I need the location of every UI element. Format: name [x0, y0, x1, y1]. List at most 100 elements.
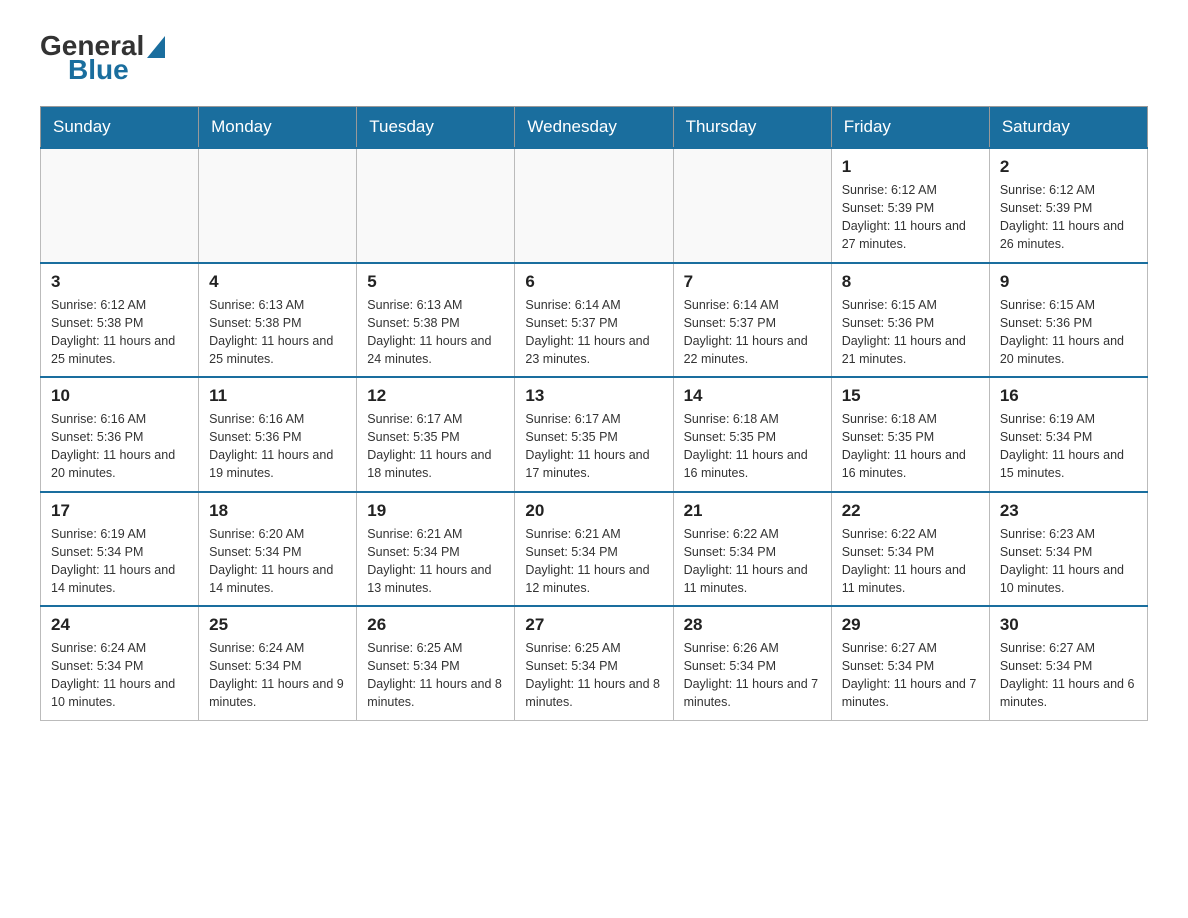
calendar-cell: 13Sunrise: 6:17 AM Sunset: 5:35 PM Dayli…: [515, 377, 673, 492]
calendar-cell: 3 Sunrise: 6:12 AM Sunset: 5:38 PM Daylig…: [41, 263, 199, 378]
day-info: Sunrise: 6:19 AM Sunset: 5:34 PM Dayligh…: [51, 525, 188, 598]
col-header-tuesday: Tuesday: [357, 107, 515, 149]
day-number: 3: [51, 272, 188, 292]
day-info: Sunrise: 6:14 AM Sunset: 5:37 PM Dayligh…: [525, 296, 662, 369]
calendar-cell: 23 Sunrise: 6:23 AM Sunset: 5:34 PM Dayli…: [989, 492, 1147, 607]
calendar-cell: 12 Sunrise: 6:17 AM Sunset: 5:35 PM Dayli…: [357, 377, 515, 492]
day-number: 27: [525, 615, 662, 635]
day-info: Sunrise: 6:21 AM Sunset: 5:34 PM Dayligh…: [525, 525, 662, 598]
day-info: Sunrise: 6:23 AM Sunset: 5:34 PM Dayligh…: [1000, 525, 1137, 598]
calendar-cell: 8Sunrise: 6:15 AM Sunset: 5:36 PM Daylig…: [831, 263, 989, 378]
day-number: 4: [209, 272, 346, 292]
calendar-week-row: 1 Sunrise: 6:12 AM Sunset: 5:39 PM Daylig…: [41, 148, 1148, 263]
day-info: Sunrise: 6:18 AM Sunset: 5:35 PM Dayligh…: [842, 410, 979, 483]
day-number: 28: [684, 615, 821, 635]
calendar-cell: [673, 148, 831, 263]
day-number: 26: [367, 615, 504, 635]
logo: General Blue: [40, 30, 165, 86]
day-info: Sunrise: 6:12 AM Sunset: 5:39 PM Dayligh…: [1000, 181, 1137, 254]
calendar-cell: 14 Sunrise: 6:18 AM Sunset: 5:35 PM Dayli…: [673, 377, 831, 492]
calendar-cell: 2 Sunrise: 6:12 AM Sunset: 5:39 PM Daylig…: [989, 148, 1147, 263]
day-info: Sunrise: 6:27 AM Sunset: 5:34 PM Dayligh…: [1000, 639, 1137, 712]
calendar-table: SundayMondayTuesdayWednesdayThursdayFrid…: [40, 106, 1148, 721]
day-info: Sunrise: 6:17 AM Sunset: 5:35 PM Dayligh…: [367, 410, 504, 483]
calendar-cell: 10 Sunrise: 6:16 AM Sunset: 5:36 PM Dayli…: [41, 377, 199, 492]
day-number: 9: [1000, 272, 1137, 292]
day-number: 14: [684, 386, 821, 406]
day-info: Sunrise: 6:24 AM Sunset: 5:34 PM Dayligh…: [51, 639, 188, 712]
col-header-thursday: Thursday: [673, 107, 831, 149]
logo-triangle-icon: [147, 36, 165, 58]
calendar-cell: 22 Sunrise: 6:22 AM Sunset: 5:34 PM Dayli…: [831, 492, 989, 607]
calendar-cell: 29 Sunrise: 6:27 AM Sunset: 5:34 PM Dayli…: [831, 606, 989, 720]
day-number: 10: [51, 386, 188, 406]
day-number: 23: [1000, 501, 1137, 521]
day-info: Sunrise: 6:21 AM Sunset: 5:34 PM Dayligh…: [367, 525, 504, 598]
day-info: Sunrise: 6:17 AM Sunset: 5:35 PM Dayligh…: [525, 410, 662, 483]
day-number: 11: [209, 386, 346, 406]
day-info: Sunrise: 6:22 AM Sunset: 5:34 PM Dayligh…: [684, 525, 821, 598]
day-number: 7: [684, 272, 821, 292]
day-number: 8: [842, 272, 979, 292]
calendar-cell: 28 Sunrise: 6:26 AM Sunset: 5:34 PM Dayli…: [673, 606, 831, 720]
day-info: Sunrise: 6:26 AM Sunset: 5:34 PM Dayligh…: [684, 639, 821, 712]
calendar-cell: 7 Sunrise: 6:14 AM Sunset: 5:37 PM Daylig…: [673, 263, 831, 378]
calendar-cell: 18 Sunrise: 6:20 AM Sunset: 5:34 PM Dayli…: [199, 492, 357, 607]
calendar-cell: 1 Sunrise: 6:12 AM Sunset: 5:39 PM Daylig…: [831, 148, 989, 263]
calendar-week-row: 3 Sunrise: 6:12 AM Sunset: 5:38 PM Daylig…: [41, 263, 1148, 378]
calendar-cell: [199, 148, 357, 263]
col-header-wednesday: Wednesday: [515, 107, 673, 149]
calendar-cell: 5 Sunrise: 6:13 AM Sunset: 5:38 PM Daylig…: [357, 263, 515, 378]
day-number: 1: [842, 157, 979, 177]
day-number: 20: [525, 501, 662, 521]
calendar-cell: [357, 148, 515, 263]
calendar-cell: 25Sunrise: 6:24 AM Sunset: 5:34 PM Dayli…: [199, 606, 357, 720]
day-info: Sunrise: 6:13 AM Sunset: 5:38 PM Dayligh…: [209, 296, 346, 369]
calendar-cell: 6 Sunrise: 6:14 AM Sunset: 5:37 PM Daylig…: [515, 263, 673, 378]
calendar-cell: 17 Sunrise: 6:19 AM Sunset: 5:34 PM Dayli…: [41, 492, 199, 607]
calendar-cell: [41, 148, 199, 263]
calendar-cell: 30Sunrise: 6:27 AM Sunset: 5:34 PM Dayli…: [989, 606, 1147, 720]
day-info: Sunrise: 6:16 AM Sunset: 5:36 PM Dayligh…: [209, 410, 346, 483]
calendar-cell: 11 Sunrise: 6:16 AM Sunset: 5:36 PM Dayli…: [199, 377, 357, 492]
calendar-week-row: 17 Sunrise: 6:19 AM Sunset: 5:34 PM Dayli…: [41, 492, 1148, 607]
calendar-cell: 27 Sunrise: 6:25 AM Sunset: 5:34 PM Dayli…: [515, 606, 673, 720]
logo-blue-text: Blue: [68, 54, 129, 86]
calendar-cell: [515, 148, 673, 263]
header: General Blue: [40, 30, 1148, 86]
day-info: Sunrise: 6:25 AM Sunset: 5:34 PM Dayligh…: [525, 639, 662, 712]
day-number: 2: [1000, 157, 1137, 177]
day-number: 22: [842, 501, 979, 521]
day-number: 6: [525, 272, 662, 292]
day-info: Sunrise: 6:20 AM Sunset: 5:34 PM Dayligh…: [209, 525, 346, 598]
day-info: Sunrise: 6:13 AM Sunset: 5:38 PM Dayligh…: [367, 296, 504, 369]
day-number: 25: [209, 615, 346, 635]
day-number: 21: [684, 501, 821, 521]
day-number: 12: [367, 386, 504, 406]
day-info: Sunrise: 6:16 AM Sunset: 5:36 PM Dayligh…: [51, 410, 188, 483]
day-info: Sunrise: 6:19 AM Sunset: 5:34 PM Dayligh…: [1000, 410, 1137, 483]
calendar-cell: 4 Sunrise: 6:13 AM Sunset: 5:38 PM Daylig…: [199, 263, 357, 378]
day-number: 5: [367, 272, 504, 292]
calendar-week-row: 24Sunrise: 6:24 AM Sunset: 5:34 PM Dayli…: [41, 606, 1148, 720]
calendar-cell: 19 Sunrise: 6:21 AM Sunset: 5:34 PM Dayli…: [357, 492, 515, 607]
day-info: Sunrise: 6:12 AM Sunset: 5:38 PM Dayligh…: [51, 296, 188, 369]
day-number: 29: [842, 615, 979, 635]
calendar-cell: 9 Sunrise: 6:15 AM Sunset: 5:36 PM Daylig…: [989, 263, 1147, 378]
day-info: Sunrise: 6:12 AM Sunset: 5:39 PM Dayligh…: [842, 181, 979, 254]
day-info: Sunrise: 6:14 AM Sunset: 5:37 PM Dayligh…: [684, 296, 821, 369]
day-info: Sunrise: 6:22 AM Sunset: 5:34 PM Dayligh…: [842, 525, 979, 598]
day-info: Sunrise: 6:15 AM Sunset: 5:36 PM Dayligh…: [1000, 296, 1137, 369]
day-number: 17: [51, 501, 188, 521]
day-number: 18: [209, 501, 346, 521]
calendar-cell: 26 Sunrise: 6:25 AM Sunset: 5:34 PM Dayli…: [357, 606, 515, 720]
day-number: 15: [842, 386, 979, 406]
day-number: 19: [367, 501, 504, 521]
col-header-monday: Monday: [199, 107, 357, 149]
col-header-saturday: Saturday: [989, 107, 1147, 149]
day-info: Sunrise: 6:27 AM Sunset: 5:34 PM Dayligh…: [842, 639, 979, 712]
day-info: Sunrise: 6:18 AM Sunset: 5:35 PM Dayligh…: [684, 410, 821, 483]
calendar-cell: 21 Sunrise: 6:22 AM Sunset: 5:34 PM Dayli…: [673, 492, 831, 607]
calendar-cell: 16Sunrise: 6:19 AM Sunset: 5:34 PM Dayli…: [989, 377, 1147, 492]
day-info: Sunrise: 6:25 AM Sunset: 5:34 PM Dayligh…: [367, 639, 504, 712]
